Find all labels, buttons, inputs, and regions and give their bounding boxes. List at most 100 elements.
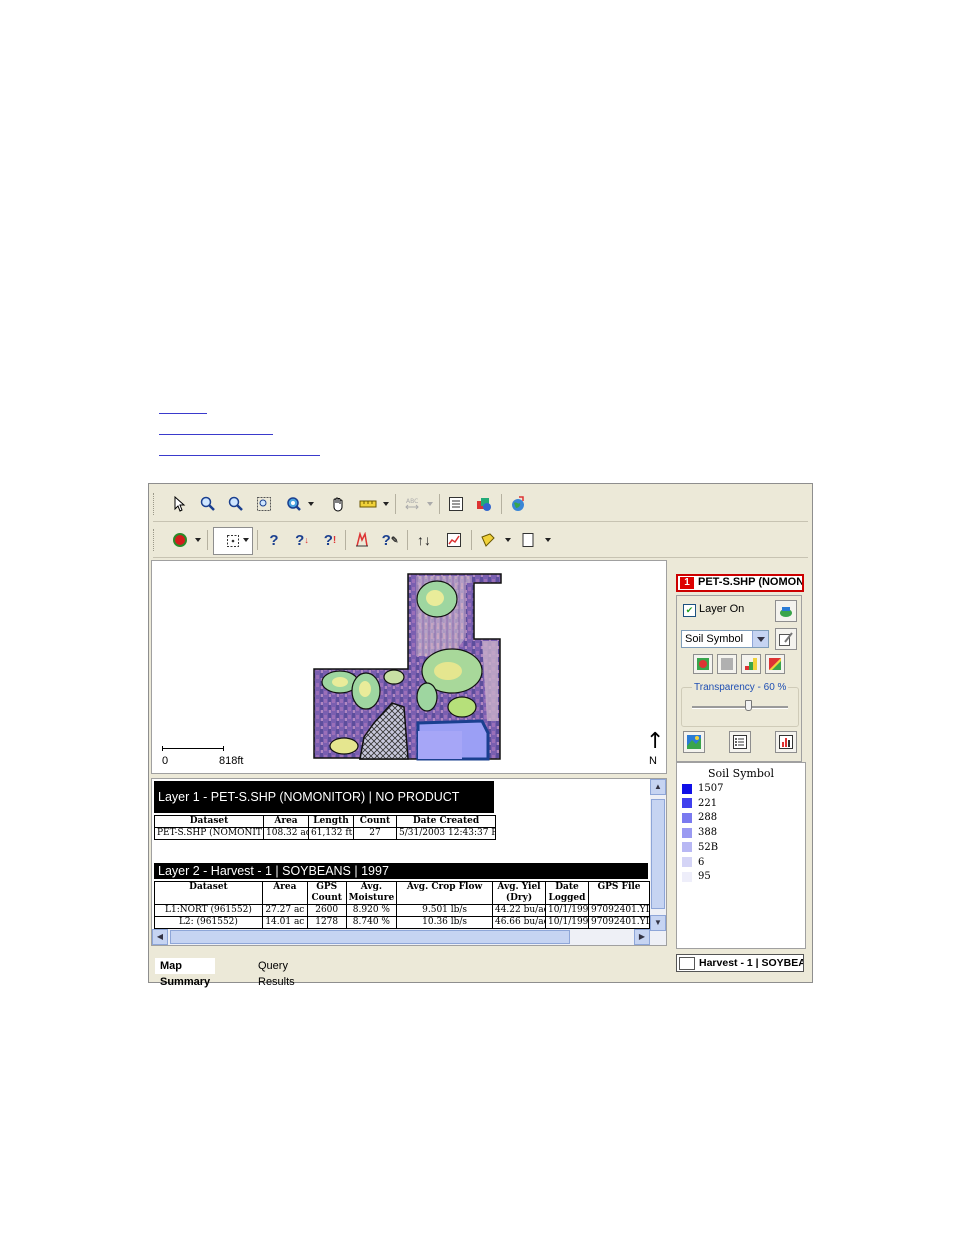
pointer-icon[interactable] <box>169 493 191 515</box>
legend-swatch <box>682 812 692 823</box>
report-dropdown-arrow[interactable] <box>545 538 551 542</box>
chevron-down-icon[interactable] <box>752 631 768 647</box>
toolbar-grip[interactable] <box>153 493 157 515</box>
hyperlink-2[interactable] <box>159 434 273 435</box>
column-header[interactable]: Dataset <box>154 815 264 828</box>
ruler-icon[interactable] <box>357 493 379 515</box>
column-header[interactable]: Date Created <box>396 815 496 828</box>
legend-item: 388 <box>682 827 717 839</box>
label-dropdown-arrow[interactable] <box>427 502 433 506</box>
transparency-slider-track[interactable] <box>692 706 788 709</box>
map-image-icon <box>687 735 701 749</box>
chart-icon[interactable] <box>443 529 465 551</box>
transparency-slider-handle[interactable] <box>745 700 753 711</box>
scroll-down-icon[interactable]: ▼ <box>650 915 666 931</box>
layer-on-checkbox[interactable]: ✔ <box>683 604 696 617</box>
list-icon <box>733 735 747 749</box>
column-header[interactable]: Avg. Crop Flow <box>396 881 493 905</box>
toolbar-grip[interactable] <box>153 529 157 551</box>
legend-icon[interactable] <box>445 493 467 515</box>
summary-vertical-scrollbar[interactable]: ▲ ▼ <box>650 779 666 945</box>
edit-legend-button[interactable] <box>775 628 797 650</box>
tab-query-results[interactable]: Query Results <box>253 958 300 988</box>
table-row[interactable]: L2: (961552) 14.01 ac 1278 8.740 % 10.36 lb/… <box>154 916 651 929</box>
scroll-thumb[interactable] <box>170 930 570 944</box>
label-icon[interactable]: ABC <box>401 493 423 515</box>
column-header[interactable]: GPS File <box>587 881 651 905</box>
pan-hand-icon[interactable] <box>327 493 349 515</box>
table-cell: 44.22 bu/ac <box>491 904 546 917</box>
layer-on-label: Layer On <box>699 603 745 615</box>
sort-icon[interactable]: ↑↓ <box>413 529 435 551</box>
scroll-left-icon[interactable]: ◀ <box>152 929 168 945</box>
notes-icon[interactable] <box>477 529 499 551</box>
table-cell: 9.501 lb/s <box>396 904 493 917</box>
scroll-up-icon[interactable]: ▲ <box>650 779 666 795</box>
globe-icon[interactable] <box>507 493 529 515</box>
attribute-select[interactable]: Soil Symbol <box>681 630 769 648</box>
edit-query-icon[interactable]: ? ✎ <box>379 529 401 551</box>
record-dropdown-arrow[interactable] <box>195 538 201 542</box>
column-header[interactable]: Avg. Moisture <box>345 881 398 905</box>
query-red-icon[interactable]: ?! <box>319 529 341 551</box>
classed-color-icon <box>745 658 757 670</box>
table-cell: 5/31/2003 12:43:37 PM <box>396 827 496 840</box>
notes-dropdown-arrow[interactable] <box>505 538 511 542</box>
record-icon[interactable] <box>169 529 191 551</box>
table-cell: 27 <box>353 827 397 840</box>
table-cell: L2: (961552) <box>154 916 263 929</box>
query-icon[interactable]: ? <box>263 529 285 551</box>
single-color-button[interactable] <box>717 654 737 674</box>
column-header[interactable]: Length <box>308 815 354 828</box>
gradient-color-icon <box>769 658 781 670</box>
toolbar-separator <box>501 494 502 514</box>
table-header-row: Dataset Area Length Count Date Created <box>154 815 496 828</box>
zoom-in-icon[interactable] <box>197 493 219 515</box>
zoom-extents-icon[interactable] <box>283 493 305 515</box>
zoom-window-icon[interactable] <box>253 493 275 515</box>
gradient-color-button[interactable] <box>765 654 785 674</box>
boundary-icon[interactable] <box>351 529 373 551</box>
column-header[interactable]: Area <box>261 881 308 905</box>
layer2-title-bar[interactable]: Harvest - 1 | SOYBEANS <box>676 954 804 972</box>
layer-properties-button[interactable] <box>775 600 797 622</box>
attribute-list-button[interactable] <box>729 731 751 753</box>
table-cell: 10.36 lb/s <box>396 916 493 929</box>
select-icon[interactable] <box>243 538 249 542</box>
hyperlink-1[interactable] <box>159 413 207 414</box>
thematic-map-button[interactable] <box>693 654 713 674</box>
map-image-button[interactable] <box>683 731 705 753</box>
hyperlink-3[interactable] <box>159 455 320 456</box>
zoom-out-icon[interactable] <box>225 493 247 515</box>
column-header[interactable]: Area <box>263 815 309 828</box>
svg-text:ABC: ABC <box>406 498 418 505</box>
layer2-title-text: Harvest - 1 | SOYBEANS <box>699 957 803 969</box>
table-row[interactable]: L1:NORT (961552) 27.27 ac 2600 8.920 % 9.501… <box>154 904 651 917</box>
summary-horizontal-scrollbar[interactable]: ◀ ▶ <box>152 929 650 945</box>
table-row[interactable]: PET-S.SHP (NOMONIT 108.32 ac 61,132 ft 27 5/… <box>154 827 496 840</box>
column-header[interactable]: Avg. Yiel (Dry) <box>491 881 546 905</box>
table-cell: 2600 <box>306 904 347 917</box>
tab-map-summary[interactable]: Map Summary <box>155 958 216 988</box>
transparency-label: Transparency - 60 % <box>692 682 789 693</box>
histogram-button[interactable] <box>775 731 797 753</box>
main-toolbar: ABC <box>153 487 808 522</box>
field-map[interactable] <box>152 561 666 773</box>
app-window: ABC ? ? ↓ ?! ? ✎ ↑↓ 0 818ft ↑ N Layer 1 … <box>148 483 813 988</box>
column-header[interactable]: Dataset <box>154 881 263 905</box>
edit-legend-icon <box>779 632 793 646</box>
column-header[interactable]: Date Logged <box>544 881 589 905</box>
column-header[interactable]: GPS Count <box>306 881 347 905</box>
column-header[interactable]: Count <box>353 815 397 828</box>
layer1-title-bar[interactable]: 1 PET-S.SHP (NOMONITOR) <box>676 574 804 592</box>
table-cell: 10/1/1997 <box>544 916 589 929</box>
zoom-dropdown-arrow[interactable] <box>308 502 314 506</box>
scroll-thumb[interactable] <box>651 799 665 909</box>
map-view[interactable]: 0 818ft ↑ N <box>151 560 667 774</box>
layers-icon[interactable] <box>473 493 495 515</box>
query-multi-icon[interactable]: ? ↓ <box>291 529 313 551</box>
scroll-right-icon[interactable]: ▶ <box>634 929 650 945</box>
ruler-dropdown-arrow[interactable] <box>383 502 389 506</box>
classed-color-button[interactable] <box>741 654 761 674</box>
report-icon[interactable] <box>517 529 539 551</box>
